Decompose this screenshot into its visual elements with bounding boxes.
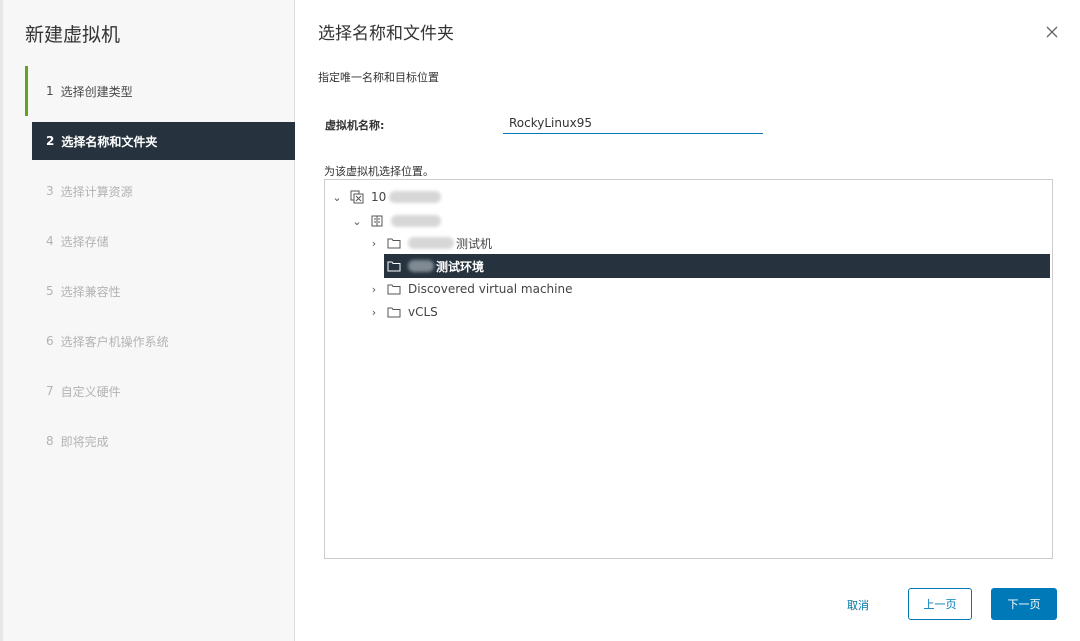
wizard-content: 选择名称和文件夹 指定唯一名称和目标位置 虚拟机名称: 为该虚拟机选择位置。 ⌄ — [296, 0, 1080, 641]
tree-node-folder[interactable]: › vCLS — [367, 300, 1050, 324]
vm-name-label: 虚拟机名称: — [325, 119, 385, 132]
chevron-right-icon[interactable]: › — [367, 306, 381, 319]
redacted-text — [389, 191, 442, 203]
page-title: 选择名称和文件夹 — [318, 24, 454, 44]
step-label: 选择兼容性 — [60, 284, 121, 299]
folder-icon — [387, 259, 401, 273]
tree-node-label: 测试环境 — [436, 259, 485, 274]
wizard-sidebar: 新建虚拟机 1 选择创建类型 2 选择名称和文件夹 3 选择计算资源 4 选择存… — [3, 0, 295, 641]
step-number: 2 — [46, 134, 55, 148]
step-label: 选择客户机操作系统 — [60, 334, 169, 349]
chevron-right-icon[interactable]: › — [367, 237, 381, 250]
tree-node-label: vCLS — [408, 305, 438, 319]
wizard-title: 新建虚拟机 — [25, 24, 121, 46]
redacted-text — [391, 215, 441, 227]
cancel-button[interactable]: 取消 — [847, 597, 869, 613]
redacted-text — [408, 237, 454, 249]
redacted-text — [408, 260, 434, 272]
step-number: 1 — [46, 84, 54, 98]
new-vm-dialog: 新建虚拟机 1 选择创建类型 2 选择名称和文件夹 3 选择计算资源 4 选择存… — [0, 0, 1080, 641]
location-label: 为该虚拟机选择位置。 — [324, 165, 434, 178]
step-label: 选择名称和文件夹 — [61, 134, 158, 149]
step-6: 6 选择客户机操作系统 — [25, 316, 295, 366]
tree-node-folder[interactable]: › 测试机 — [367, 231, 1050, 255]
step-number: 7 — [46, 384, 54, 398]
step-label: 选择存储 — [60, 234, 109, 249]
step-number: 4 — [46, 234, 54, 248]
tree-node-vcenter[interactable]: ⌄ 10 — [330, 185, 1050, 209]
step-label: 自定义硬件 — [60, 384, 121, 399]
step-number: 3 — [46, 184, 54, 198]
chevron-down-icon[interactable]: ⌄ — [350, 215, 364, 228]
folder-icon — [387, 305, 401, 319]
page-subtitle: 指定唯一名称和目标位置 — [318, 71, 439, 84]
vm-name-input[interactable] — [503, 113, 763, 134]
next-button[interactable]: 下一页 — [991, 588, 1057, 620]
step-7: 7 自定义硬件 — [25, 366, 295, 416]
close-icon[interactable] — [1044, 24, 1060, 40]
wizard-steps: 1 选择创建类型 2 选择名称和文件夹 3 选择计算资源 4 选择存储 5 选择… — [25, 66, 295, 466]
folder-icon — [387, 282, 401, 296]
step-number: 6 — [46, 334, 54, 348]
previous-button[interactable]: 上一页 — [908, 588, 972, 620]
folder-icon — [387, 236, 401, 250]
step-1[interactable]: 1 选择创建类型 — [25, 66, 295, 116]
step-2[interactable]: 2 选择名称和文件夹 — [32, 122, 295, 160]
step-label: 选择创建类型 — [60, 84, 133, 99]
tree-node-label: Discovered virtual machine — [408, 282, 573, 296]
datacenter-icon — [370, 214, 384, 228]
tree-node-datacenter[interactable]: ⌄ — [350, 209, 1050, 233]
tree-node-folder-selected[interactable]: › 测试环境 — [372, 254, 1050, 278]
step-number: 8 — [46, 434, 54, 448]
step-5: 5 选择兼容性 — [25, 266, 295, 316]
tree-node-folder[interactable]: › Discovered virtual machine — [367, 277, 1050, 301]
tree-node-label: 测试机 — [456, 236, 493, 251]
step-label: 选择计算资源 — [60, 184, 133, 199]
step-3: 3 选择计算资源 — [25, 166, 295, 216]
step-label: 即将完成 — [60, 434, 109, 449]
chevron-right-icon[interactable]: › — [367, 283, 381, 296]
step-8: 8 即将完成 — [25, 416, 295, 466]
vcenter-icon — [350, 190, 364, 204]
step-4: 4 选择存储 — [25, 216, 295, 266]
location-tree: ⌄ 10 ⌄ › 测试机 › 测试环境 › Discovered virtual… — [324, 179, 1053, 559]
chevron-down-icon[interactable]: ⌄ — [330, 191, 344, 204]
chevron-right-icon[interactable]: › — [367, 260, 381, 273]
step-number: 5 — [46, 284, 54, 298]
tree-node-label: 10 — [371, 190, 387, 204]
